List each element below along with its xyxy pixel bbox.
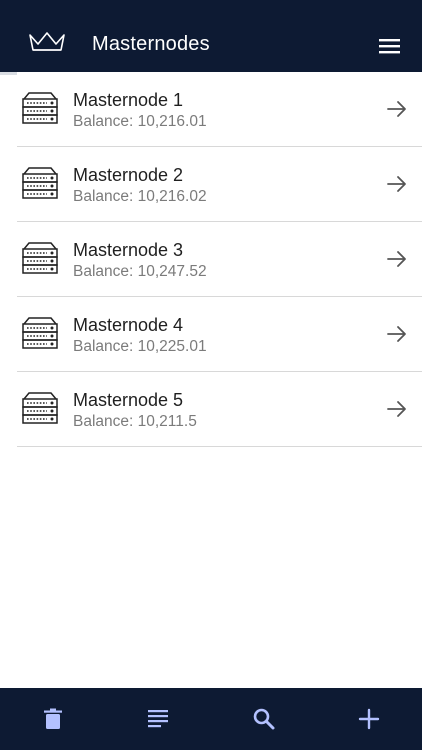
server-icon xyxy=(22,392,58,424)
masternode-row[interactable]: Masternode 1 Balance: 10,216.01 xyxy=(17,72,422,147)
masternode-name: Masternode 3 xyxy=(73,240,184,260)
masternode-row[interactable]: Masternode 2 Balance: 10,216.02 xyxy=(17,147,422,222)
hamburger-menu-icon[interactable] xyxy=(378,36,402,56)
arrow-right-icon[interactable] xyxy=(385,322,409,346)
masternode-balance: Balance: 10,247.52 xyxy=(73,263,207,280)
masternode-row[interactable]: Masternode 4 Balance: 10,225.01 xyxy=(17,297,422,372)
scroll-indicator xyxy=(0,72,17,75)
server-icon xyxy=(22,167,58,199)
masternode-balance: Balance: 10,216.02 xyxy=(73,188,207,205)
arrow-right-icon[interactable] xyxy=(385,397,409,421)
bottom-toolbar xyxy=(0,688,422,750)
masternode-name: Masternode 1 xyxy=(73,90,184,110)
masternode-name: Masternode 2 xyxy=(73,165,184,185)
masternode-row[interactable]: Masternode 3 Balance: 10,247.52 xyxy=(17,222,422,297)
masternode-row[interactable]: Masternode 5 Balance: 10,211.5 xyxy=(17,372,422,447)
server-icon xyxy=(22,92,58,124)
masternode-name: Masternode 4 xyxy=(73,315,184,335)
masternode-balance: Balance: 10,216.01 xyxy=(73,113,207,130)
arrow-right-icon[interactable] xyxy=(385,97,409,121)
masternode-name: Masternode 5 xyxy=(73,390,184,410)
header-bar: Masternodes xyxy=(0,0,422,72)
search-icon[interactable] xyxy=(251,706,277,732)
masternode-balance: Balance: 10,211.5 xyxy=(73,413,197,430)
trash-icon[interactable] xyxy=(40,706,66,732)
arrow-right-icon[interactable] xyxy=(385,247,409,271)
arrow-right-icon[interactable] xyxy=(385,172,409,196)
list-icon[interactable] xyxy=(145,706,171,732)
crown-logo-icon xyxy=(29,32,65,51)
server-icon xyxy=(22,317,58,349)
masternode-balance: Balance: 10,225.01 xyxy=(73,338,207,355)
masternode-list: Masternode 1 Balance: 10,216.01 Masterno… xyxy=(17,72,422,447)
server-icon xyxy=(22,242,58,274)
app-screen: Masternodes Masternode 1 Balance: 10,216… xyxy=(0,0,422,750)
plus-icon[interactable] xyxy=(356,706,382,732)
page-title: Masternodes xyxy=(92,33,210,55)
